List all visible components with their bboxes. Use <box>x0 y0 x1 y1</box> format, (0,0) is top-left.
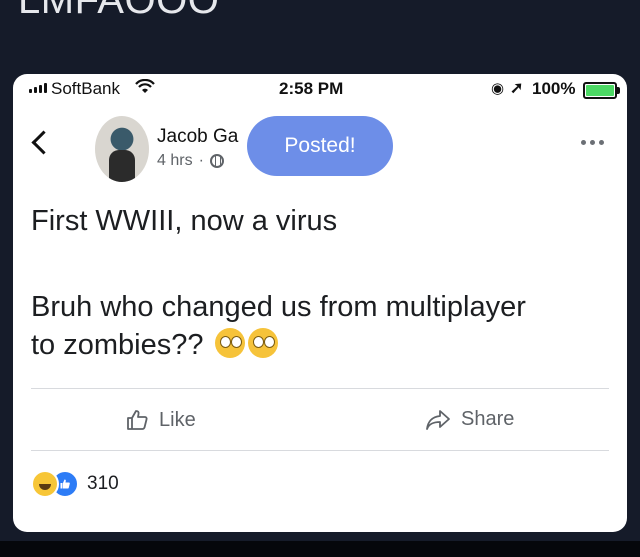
like-label: Like <box>159 408 196 431</box>
rolling-eyes-emoji-icon <box>214 328 245 358</box>
post-meta: 4 hrs · <box>157 152 224 170</box>
bottom-bar <box>0 541 640 557</box>
posted-toast: Posted! <box>247 116 393 176</box>
author-name[interactable]: Jacob Ga <box>157 126 238 148</box>
divider <box>31 388 609 389</box>
post-line-2: Bruh who changed us from multiplayer <box>31 291 526 323</box>
rotation-lock-icon: ◉ <box>491 80 505 97</box>
back-chevron-icon[interactable] <box>31 130 56 155</box>
clock: 2:58 PM <box>279 79 344 98</box>
signal-icon <box>29 83 47 93</box>
facebook-post-screenshot: SoftBank 2:58 PM ◉ ➚ 100% Jacob Ga 4 hrs… <box>13 74 627 532</box>
reaction-count: 310 <box>87 473 119 494</box>
carrier-label: SoftBank <box>51 79 120 98</box>
caption-text: LMFAOOO <box>18 0 220 22</box>
haha-reaction-icon <box>31 470 59 498</box>
post-line-3-text: to zombies?? <box>31 329 204 361</box>
battery-icon <box>583 82 620 99</box>
post-timestamp[interactable]: 4 hrs <box>157 152 193 170</box>
wifi-icon <box>135 78 155 100</box>
globe-icon <box>209 154 224 168</box>
like-button[interactable]: Like <box>125 408 196 432</box>
thumbs-up-icon <box>127 410 148 430</box>
post-line-1: First WWIII, now a virus <box>31 205 338 237</box>
divider <box>31 450 609 451</box>
reactions-summary[interactable]: 310 <box>31 470 119 498</box>
share-arrow-icon <box>426 409 450 430</box>
share-label: Share <box>461 408 515 430</box>
location-arrow-icon: ➚ <box>510 80 524 97</box>
battery-percent: 100% <box>532 79 576 98</box>
avatar[interactable] <box>95 116 149 182</box>
rolling-eyes-emoji-icon <box>247 328 278 358</box>
meta-separator: · <box>198 152 204 169</box>
status-bar: SoftBank 2:58 PM ◉ ➚ 100% <box>13 74 627 102</box>
share-button[interactable]: Share <box>425 408 514 431</box>
post-line-3: to zombies?? <box>31 326 278 364</box>
more-options-icon[interactable] <box>581 140 604 145</box>
